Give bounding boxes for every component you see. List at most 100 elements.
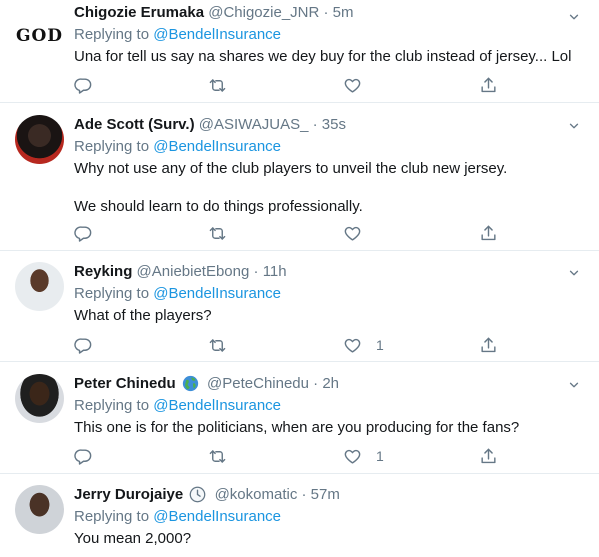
- retweet-icon: [208, 224, 227, 243]
- mention-link[interactable]: @BendelInsurance: [153, 397, 281, 414]
- avatar[interactable]: [15, 374, 64, 423]
- separator-dot: ·: [253, 263, 259, 280]
- tweet-text-line: Una for tell us say na shares we dey buy…: [74, 48, 572, 65]
- separator-dot: ·: [313, 375, 319, 392]
- timestamp[interactable]: 11h: [263, 263, 287, 280]
- heart-icon: [343, 447, 362, 466]
- display-name[interactable]: Jerry Durojaiye: [74, 486, 183, 503]
- like-button[interactable]: 1: [343, 446, 384, 466]
- mention-link[interactable]: @BendelInsurance: [153, 508, 281, 525]
- avatar[interactable]: [15, 485, 64, 534]
- tweet-actions: 1: [74, 446, 514, 466]
- share-icon: [479, 76, 498, 95]
- share-icon: [479, 336, 498, 355]
- replying-to: Replying to @BendelInsurance: [74, 506, 569, 528]
- reply-button[interactable]: [74, 75, 93, 95]
- retweet-button[interactable]: [208, 223, 227, 243]
- mention-link[interactable]: @BendelInsurance: [153, 285, 281, 302]
- user-handle[interactable]: @Chigozie_JNR: [208, 4, 319, 21]
- chevron-down-icon[interactable]: [567, 119, 581, 133]
- heart-icon: [343, 224, 362, 243]
- tweet-header: Ade Scott (Surv.) @ASIWAJUAS_ · 35s: [74, 114, 569, 136]
- user-handle[interactable]: @AniebietEbong: [137, 263, 250, 280]
- tweet-actions: [74, 223, 514, 243]
- tweet-text-line: This one is for the politicians, when ar…: [74, 419, 520, 436]
- tweet-actions: 1: [74, 335, 514, 355]
- tweet-actions: [74, 75, 514, 95]
- timestamp[interactable]: 5m: [333, 4, 354, 21]
- replying-to: Replying to @BendelInsurance: [74, 283, 569, 305]
- tweet-text: You mean 2,000?: [74, 528, 569, 550]
- tweet-text-line: What of the players?: [74, 307, 212, 324]
- chevron-down-icon[interactable]: [567, 10, 581, 24]
- replying-to: Replying to @BendelInsurance: [74, 395, 569, 417]
- tweet[interactable]: Jerry Durojaiye @kokomatic · 57m Replyin…: [0, 474, 599, 557]
- replying-to: Replying to @BendelInsurance: [74, 24, 569, 46]
- replying-prefix: Replying to: [74, 26, 150, 43]
- like-button[interactable]: [343, 75, 376, 95]
- separator-dot: ·: [301, 486, 307, 503]
- tweet-text: Why not use any of the club players to u…: [74, 158, 569, 218]
- replying-prefix: Replying to: [74, 138, 150, 155]
- retweet-button[interactable]: [208, 335, 227, 355]
- reply-button[interactable]: [74, 446, 93, 466]
- chevron-down-icon[interactable]: [567, 266, 581, 280]
- replying-prefix: Replying to: [74, 508, 150, 525]
- tweet-text-line: You mean 2,000?: [74, 530, 192, 547]
- display-name[interactable]: Peter Chinedu: [74, 375, 176, 392]
- reply-button[interactable]: [74, 223, 93, 243]
- clock-icon: [190, 486, 206, 502]
- user-handle[interactable]: @PeteChinedu: [207, 375, 309, 392]
- timestamp[interactable]: 35s: [322, 116, 346, 133]
- mention-link[interactable]: @BendelInsurance: [153, 138, 281, 155]
- separator-dot: ·: [312, 116, 318, 133]
- tweet[interactable]: Ade Scott (Surv.) @ASIWAJUAS_ · 35s Repl…: [0, 103, 599, 251]
- tweet-text-line: We should learn to do things professiona…: [74, 198, 363, 215]
- retweet-button[interactable]: [208, 75, 227, 95]
- tweet[interactable]: Peter Chinedu @PeteChinedu · 2h Replying…: [0, 362, 599, 474]
- user-handle[interactable]: @ASIWAJUAS_: [199, 116, 309, 133]
- reply-icon: [74, 336, 93, 355]
- avatar[interactable]: [15, 115, 64, 164]
- tweet-header: Jerry Durojaiye @kokomatic · 57m: [74, 484, 569, 506]
- like-button[interactable]: [343, 223, 376, 243]
- share-button[interactable]: [479, 446, 498, 466]
- mention-link[interactable]: @BendelInsurance: [153, 26, 281, 43]
- tweet[interactable]: Reyking @AniebietEbong · 11h Replying to…: [0, 251, 599, 362]
- retweet-icon: [208, 447, 227, 466]
- avatar[interactable]: GOD: [15, 11, 64, 60]
- replying-to: Replying to @BendelInsurance: [74, 136, 569, 158]
- share-button[interactable]: [479, 223, 498, 243]
- reply-icon: [74, 76, 93, 95]
- like-button[interactable]: 1: [343, 335, 384, 355]
- reply-icon: [74, 447, 93, 466]
- separator-dot: ·: [323, 4, 329, 21]
- timestamp[interactable]: 2h: [322, 375, 339, 392]
- tweet-text-line: Why not use any of the club players to u…: [74, 160, 508, 177]
- timestamp[interactable]: 57m: [311, 486, 340, 503]
- heart-icon: [343, 76, 362, 95]
- reply-button[interactable]: [74, 335, 93, 355]
- chevron-down-icon[interactable]: [567, 378, 581, 392]
- user-handle[interactable]: @kokomatic: [215, 486, 298, 503]
- tweet-header: Reyking @AniebietEbong · 11h: [74, 261, 569, 283]
- like-count: 1: [376, 337, 384, 353]
- globe-icon: [182, 375, 199, 391]
- display-name[interactable]: Chigozie Erumaka: [74, 4, 204, 21]
- like-count: 1: [376, 448, 384, 464]
- tweet-text: Una for tell us say na shares we dey buy…: [74, 46, 572, 68]
- display-name[interactable]: Ade Scott (Surv.): [74, 116, 195, 133]
- tweet[interactable]: GOD Chigozie Erumaka @Chigozie_JNR · 5m …: [0, 0, 599, 103]
- display-name[interactable]: Reyking: [74, 263, 132, 280]
- retweet-icon: [208, 76, 227, 95]
- share-icon: [479, 224, 498, 243]
- tweet-header: Peter Chinedu @PeteChinedu · 2h: [74, 373, 569, 395]
- tweet-header: Chigozie Erumaka @Chigozie_JNR · 5m: [74, 2, 569, 24]
- retweet-button[interactable]: [208, 446, 227, 466]
- share-button[interactable]: [479, 75, 498, 95]
- replying-prefix: Replying to: [74, 397, 150, 414]
- heart-icon: [343, 336, 362, 355]
- share-icon: [479, 447, 498, 466]
- avatar[interactable]: [15, 262, 64, 311]
- share-button[interactable]: [479, 335, 498, 355]
